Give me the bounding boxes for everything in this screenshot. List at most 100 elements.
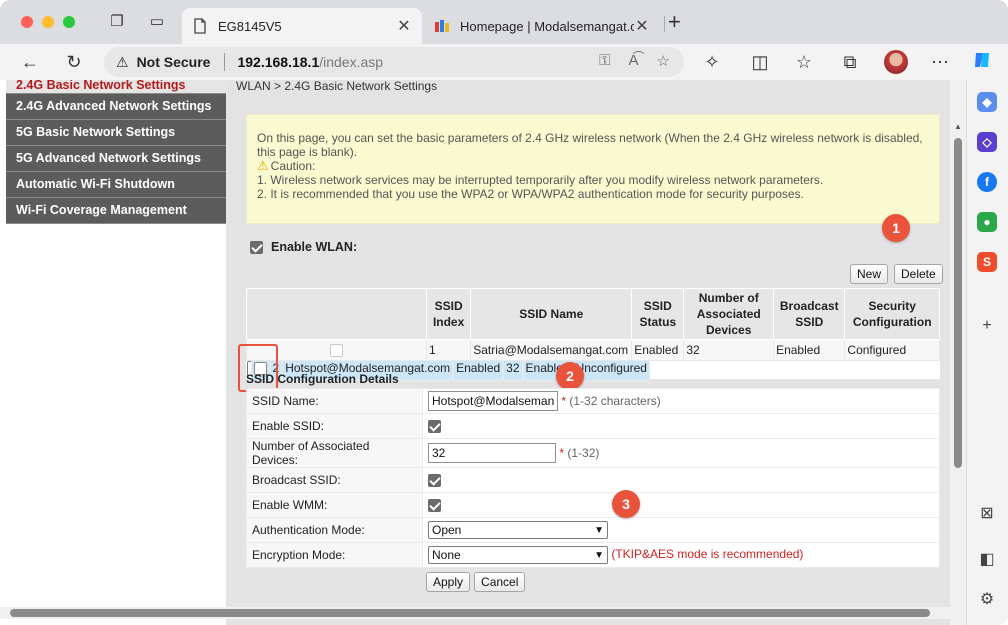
edge-sidebar: ◆ ◇ f ● S + ⊠ ◧ ⚙ <box>966 80 1008 625</box>
associated-devices-input[interactable] <box>428 443 556 463</box>
tab-homepage[interactable]: Homepage | Modalsemangat.c ✕ <box>424 8 660 44</box>
col-ssid-name: SSID Name <box>470 288 633 340</box>
caution-warning-icon: ⚠ <box>257 158 269 173</box>
sidebar-item-24g-basic[interactable]: 2.4G Basic Network Settings <box>6 80 226 94</box>
apply-button[interactable]: Apply <box>426 572 471 592</box>
ssid-name-cell: Satria@Modalsemangat.com <box>470 339 633 361</box>
caution-label: Caution: <box>270 159 316 173</box>
back-icon[interactable]: ← <box>18 50 42 74</box>
copilot-icon[interactable] <box>970 50 994 74</box>
broadcast-cell: Enabled <box>773 339 846 361</box>
scroll-up-icon[interactable]: ▲ <box>954 122 962 131</box>
form-row: SSID Name: * (1-32 characters) <box>246 388 940 414</box>
tab-title: EG8145V5 <box>218 18 282 34</box>
col-broadcast-ssid: Broadcast SSID <box>773 288 846 340</box>
notice-intro: On this page, you can set the basic para… <box>257 131 923 159</box>
new-ssid-button[interactable]: New <box>850 264 889 284</box>
reload-icon[interactable]: ↻ <box>62 50 86 74</box>
config-section-title: SSID Configuration Details <box>246 372 399 386</box>
key-icon[interactable]: ⚿ <box>599 52 610 70</box>
enable-wlan-checkbox[interactable] <box>250 240 263 254</box>
authentication-mode-value: Open <box>432 523 462 537</box>
close-tab-icon[interactable]: ✕ <box>634 16 650 36</box>
shopee-icon[interactable]: S <box>977 252 997 272</box>
broadcast-ssid-checkbox[interactable] <box>428 474 441 488</box>
shopping-tag-icon[interactable]: ◆ <box>977 92 997 112</box>
read-aloud-icon[interactable]: A͡ <box>629 52 639 70</box>
step-marker-2: 2 <box>556 362 584 390</box>
workspaces-icon[interactable]: ❐ <box>108 13 126 31</box>
vertical-scrollbar[interactable]: ▲ <box>950 80 966 625</box>
minimize-window-button[interactable] <box>42 16 54 28</box>
form-row: Authentication Mode: Open ▼ <box>246 517 940 543</box>
collections-icon[interactable]: ⧉ <box>838 50 862 74</box>
url-path: /index.asp <box>319 54 384 70</box>
new-tab-icon[interactable]: + <box>668 11 681 33</box>
form-row: Enable SSID: <box>246 413 940 439</box>
chevron-down-icon: ▼ <box>594 524 604 536</box>
info-notice: On this page, you can set the basic para… <box>246 114 940 224</box>
profile-avatar[interactable] <box>884 50 908 74</box>
tab-eg8145v5[interactable]: EG8145V5 ✕ <box>182 8 422 44</box>
row-checkbox[interactable] <box>330 344 343 358</box>
extensions-icon[interactable]: ✧ <box>700 50 724 74</box>
encryption-mode-label: Encryption Mode: <box>246 542 423 568</box>
cancel-button[interactable]: Cancel <box>474 572 526 592</box>
authentication-mode-select[interactable]: Open ▼ <box>428 521 608 539</box>
enable-wmm-label: Enable WMM: <box>246 492 423 518</box>
close-window-button[interactable] <box>21 16 33 28</box>
warning-icon[interactable]: ⚠ <box>116 54 129 71</box>
select-column-header <box>246 288 427 340</box>
notice-point-2: 2. It is recommended that you use the WP… <box>257 187 804 201</box>
maximize-window-button[interactable] <box>63 16 75 28</box>
col-associated-devices: Number of Associated Devices <box>683 288 775 340</box>
sidebar-item-5g-basic[interactable]: 5G Basic Network Settings <box>6 120 226 146</box>
enable-wlan-row: Enable WLAN: <box>250 240 357 254</box>
screenshot-icon[interactable]: ⊠ <box>977 504 997 524</box>
more-options-icon[interactable]: ⋯ <box>928 50 952 74</box>
vertical-scroll-thumb[interactable] <box>954 138 962 468</box>
close-tab-icon[interactable]: ✕ <box>396 16 412 36</box>
horizontal-scrollbar[interactable] <box>0 607 950 619</box>
facebook-icon[interactable]: f <box>977 172 997 192</box>
ssid-name-input[interactable] <box>428 391 558 411</box>
col-security-configuration: Security Configuration <box>844 288 940 340</box>
security-cell: Configured <box>844 339 940 361</box>
sidebar-item-wifi-shutdown[interactable]: Automatic Wi-Fi Shutdown <box>6 172 226 198</box>
main-content: WLAN > 2.4G Basic Network Settings On th… <box>226 80 950 625</box>
form-value-cell <box>422 467 940 493</box>
form-value-cell <box>422 492 940 518</box>
ssid-name-hint: * (1-32 characters) <box>561 394 660 408</box>
ssid-table-header: SSID Index SSID Name SSID Status Number … <box>246 288 940 340</box>
split-screen-icon[interactable]: ◫ <box>748 50 772 74</box>
form-value-cell: * (1-32) <box>422 438 940 468</box>
tab-title: Homepage | Modalsemangat.c <box>460 18 634 34</box>
security-cell: Unconfigured <box>572 359 650 381</box>
settings-panel: On this page, you can set the basic para… <box>238 104 946 604</box>
copilot-app-icon[interactable]: ◇ <box>977 132 997 152</box>
enable-wmm-checkbox[interactable] <box>428 499 441 513</box>
security-label[interactable]: Not Secure <box>137 54 211 70</box>
add-app-icon[interactable]: + <box>977 316 997 336</box>
encryption-mode-select[interactable]: None ▼ <box>428 546 608 564</box>
tab-divider <box>664 16 665 32</box>
sidebar-toggle-icon[interactable]: ◧ <box>977 550 997 570</box>
tab-actions-icon[interactable]: ▭ <box>148 13 166 31</box>
enable-ssid-checkbox[interactable] <box>428 420 441 434</box>
form-row: Number of Associated Devices: * (1-32) <box>246 438 940 468</box>
sidebar-item-24g-advanced[interactable]: 2.4G Advanced Network Settings <box>6 94 226 120</box>
owl-app-icon[interactable]: ● <box>977 212 997 232</box>
favorites-icon[interactable]: ☆ <box>792 50 816 74</box>
form-row: Enable WMM: <box>246 492 940 518</box>
ssid-name-hint-text: (1-32 characters) <box>569 394 661 408</box>
horizontal-scroll-thumb[interactable] <box>10 609 930 617</box>
sidebar-item-wifi-coverage[interactable]: Wi-Fi Coverage Management <box>6 198 226 224</box>
delete-ssid-button[interactable]: Delete <box>894 264 943 284</box>
address-bar[interactable]: ⚠ Not Secure 192.168.18.1 /index.asp ⚿ A… <box>104 47 684 77</box>
sidebar-item-5g-advanced[interactable]: 5G Advanced Network Settings <box>6 146 226 172</box>
tab-strip: ❐ ▭ EG8145V5 ✕ Homepage | Modalsemangat.… <box>0 0 1008 44</box>
favorite-star-icon[interactable]: ☆ <box>657 52 670 70</box>
site-favicon-icon <box>434 18 450 34</box>
table-row[interactable]: 1 Satria@Modalsemangat.com Enabled 32 En… <box>246 339 940 361</box>
settings-gear-icon[interactable]: ⚙ <box>977 590 997 610</box>
